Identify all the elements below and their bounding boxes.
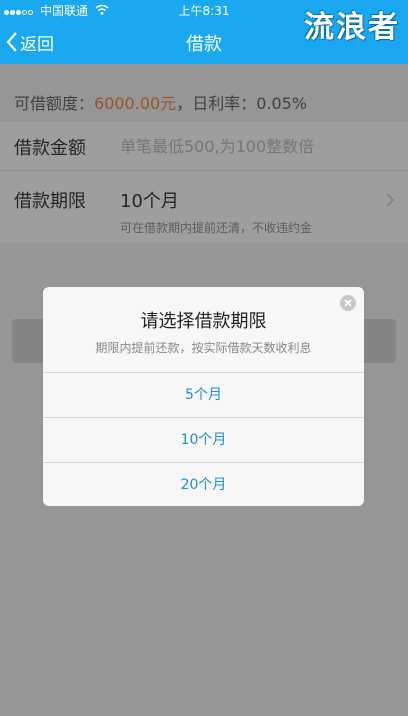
nav-bar: 返回 借款 xyxy=(0,20,408,64)
dialog-title: 请选择借款期限 xyxy=(140,311,267,332)
term-picker-dialog: 请选择借款期限 期限内提前还款，按实际借款天数收利息 5个月 10个月 20个月 xyxy=(43,287,364,506)
dialog-subtitle: 期限内提前还款，按实际借款天数收利息 xyxy=(95,341,312,355)
term-option-20-months[interactable]: 20个月 xyxy=(43,462,364,506)
status-bar: 中国联通 上午8:31 流浪者 xyxy=(0,0,408,45)
term-option-list: 5个月 10个月 20个月 xyxy=(43,372,364,506)
term-option-5-months[interactable]: 5个月 xyxy=(43,372,364,417)
term-option-10-months[interactable]: 10个月 xyxy=(43,417,364,462)
app-header: 中国联通 上午8:31 流浪者 返回 借款 xyxy=(0,0,408,64)
page-title: 借款 xyxy=(186,34,222,55)
